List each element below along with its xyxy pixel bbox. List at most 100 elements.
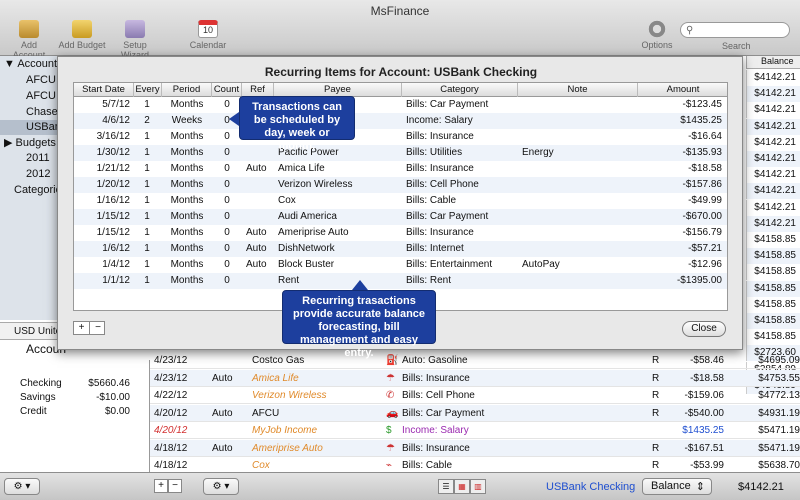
table-row[interactable]: 1/1/12 1 Months 0 Rent Bills: Rent -$1395.00 [74, 273, 727, 289]
table-row[interactable]: 1/30/121Months0Pacific PowerBills: Utili… [74, 145, 727, 161]
balance-cell: $4158.85 [746, 232, 800, 248]
window-toolbar: MsFinance Add Account Add Budget Setup W… [0, 0, 800, 60]
table-row[interactable]: 1/21/12 1 Months 0 Auto Amica Life Bills: Insu… [74, 161, 727, 177]
calendar-view-button[interactable]: ▦ [454, 479, 470, 494]
sidebar-accounts-header[interactable]: ▼ Accounts [4, 58, 63, 70]
column-header-period[interactable]: Period [162, 83, 212, 97]
column-header-ref[interactable]: Ref [242, 83, 274, 97]
column-header-count[interactable]: Count [212, 83, 242, 97]
column-header-every[interactable]: Every [134, 83, 162, 97]
cell-amount: -$123.45 [682, 99, 722, 110]
column-header-start-date[interactable]: Start Date [74, 83, 134, 97]
cell-count: 0 [224, 131, 230, 142]
cell-category: Bills: Cable [406, 195, 457, 206]
cell-date: 5/7/12 [102, 99, 130, 110]
cell-period: Weeks [171, 115, 203, 126]
table-row[interactable]: 1/20/12 1 Months 0 Verizon Wireless Bills: Ce… [74, 177, 727, 193]
search-input[interactable]: ⚲ [680, 22, 790, 38]
cell-payee: Costco Gas [252, 355, 305, 366]
calendar-button[interactable]: 10 Calendar [188, 20, 228, 50]
balance-column-header[interactable]: Balance [746, 56, 800, 69]
cell-category: Bills: Utilities [406, 147, 463, 158]
balance-cell: $4158.85 [746, 313, 800, 329]
cell-category: Income: Salary [402, 425, 469, 436]
cell-amount: -$167.51 [684, 442, 724, 454]
balance-cell: $4142.21 [746, 167, 800, 184]
remove-recurring-button[interactable]: − [90, 322, 106, 334]
add-account-button[interactable]: Add Account [4, 20, 54, 60]
cell-category: Bills: Car Payment [406, 99, 489, 110]
callout-arrow [352, 280, 368, 290]
sidebar-action-menu[interactable]: ⚙ ▾ [4, 478, 40, 495]
sidebar-budgets-header[interactable]: ▶ Budgets [4, 136, 56, 149]
gas-pump-icon: ⛽ [386, 355, 399, 366]
sidebar-item-budget[interactable]: 2011 [26, 152, 50, 164]
remove-transaction-button[interactable]: − [168, 479, 182, 493]
cell-payee: Verizon Wireless [278, 179, 353, 190]
table-row[interactable]: 1/4/12 1 Months 0 Auto Block Buster Bills: Ent… [74, 257, 727, 273]
house-icon [19, 20, 39, 38]
table-row[interactable]: 4/18/12 Auto Ameriprise Auto Bills: Insuran… [150, 439, 800, 457]
car-icon: 🚗 [386, 407, 399, 419]
cell-date: 4/20/12 [154, 407, 188, 419]
table-row[interactable]: 4/23/12 Costco Gas Auto: Gasoline R -$58.46 $… [150, 352, 800, 369]
callout-arrow [229, 112, 239, 126]
search-icon: ⚲ [686, 25, 694, 36]
cell-date: 4/22/12 [154, 390, 188, 401]
umbrella-icon: ☂ [386, 442, 395, 454]
cell-payee: Ameriprise Auto [278, 227, 349, 238]
cell-amount: -$159.06 [684, 390, 724, 401]
table-row[interactable]: 4/22/12 Verizon Wireless Bills: Cell Phone… [150, 387, 800, 404]
setup-wizard-button[interactable]: Setup Wizard [108, 20, 162, 60]
cell-period: Months [170, 163, 204, 174]
cell-date: 4/20/12 [154, 425, 188, 436]
cell-every: 1 [144, 259, 150, 270]
balance-mode-select[interactable]: Balance ⇕ [642, 478, 712, 495]
cell-every: 1 [144, 99, 150, 110]
cell-period: Months [170, 275, 204, 286]
balance-cell: $4158.85 [746, 248, 800, 265]
add-recurring-button[interactable]: + [74, 322, 90, 334]
balance-cell: $4142.21 [746, 102, 800, 119]
column-header-note[interactable]: Note [518, 83, 638, 97]
recurring-items-table: Start Date Every Period Count Ref Payee … [73, 82, 728, 311]
cell-balance: $4753.55 [758, 372, 800, 384]
sidebar-item-budget[interactable]: 2012 [26, 168, 50, 180]
table-row[interactable]: 4/20/12 MyJob Income Income: Salary $1435.2… [150, 422, 800, 439]
cell-category: Bills: Rent [406, 275, 452, 286]
cell-every: 1 [144, 243, 150, 254]
register-action-menu[interactable]: ⚙ ▾ [203, 478, 239, 495]
list-icon: ☰ [442, 482, 450, 491]
table-row[interactable]: 1/16/12 1 Months 0 Cox Bills: Cable -$49.99 [74, 193, 727, 209]
list-view-button[interactable]: ☰ [438, 479, 454, 494]
column-header-amount[interactable]: Amount [638, 83, 727, 97]
sidebar-item-account-selected[interactable]: USBan [26, 121, 61, 133]
options-button[interactable]: Options [640, 20, 674, 50]
table-row[interactable]: 3/16/121Months0InsuranceBills: Insurance… [74, 129, 727, 145]
gear-icon: ⚙ ▾ [13, 481, 31, 492]
gear-icon [647, 20, 667, 38]
cell-payee: Amica Life [278, 163, 325, 174]
chart-view-button[interactable]: ▥ [470, 479, 486, 494]
table-row[interactable]: 4/20/12 Auto AFCU Bills: Car Payment R -$540.… [150, 404, 800, 422]
table-row[interactable]: 1/15/12 1 Months 0 Auto Ameriprise Auto Bills:… [74, 225, 727, 241]
add-remove-control: + − [73, 321, 105, 335]
cell-category: Bills: Insurance [402, 372, 470, 384]
sidebar-item-account[interactable]: Chase [26, 106, 58, 118]
add-budget-button[interactable]: Add Budget [58, 20, 106, 50]
column-header-payee[interactable]: Payee [274, 83, 402, 97]
table-row[interactable]: 1/15/12 1 Months 0 Audi America Bills: Car Pa… [74, 209, 727, 225]
cell-date: 1/21/12 [96, 163, 130, 174]
cell-date: 1/20/12 [96, 179, 130, 190]
close-button[interactable]: Close [682, 321, 726, 337]
table-row[interactable]: 5/7/12 1 Months 0 Bills: Car Payment -$123.45 [74, 97, 727, 113]
table-row[interactable]: 1/6/12 1 Months 0 Auto DishNetwork Bills: Inte… [74, 241, 727, 257]
cell-status: R [652, 407, 660, 419]
cell-date: 1/15/12 [96, 227, 130, 238]
table-row[interactable]: 4/6/12 2 Weeks 0 Income: Salary $1435.25 [74, 113, 727, 129]
cell-status: R [652, 442, 660, 454]
column-header-category[interactable]: Category [402, 83, 518, 97]
add-transaction-button[interactable]: + [154, 479, 168, 493]
table-row[interactable]: 4/23/12 Auto Amica Life Bills: Insurance R -$… [150, 369, 800, 387]
cell-amount: -$57.21 [688, 243, 722, 254]
